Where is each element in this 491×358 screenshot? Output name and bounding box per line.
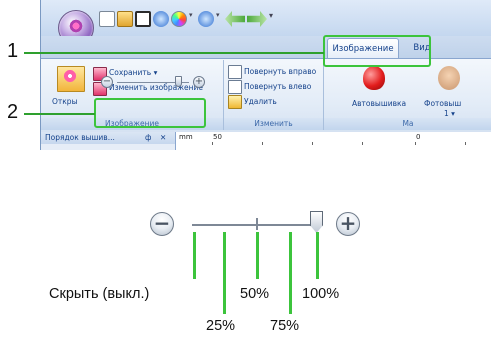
tab-image-highlight xyxy=(323,35,431,67)
auto-punch-button[interactable]: Автовышивка xyxy=(352,98,406,109)
auto-punch-apple-icon xyxy=(363,66,385,90)
position-tick-25 xyxy=(223,232,226,314)
photo-stitch-icon xyxy=(438,66,460,90)
zoom-slider-thumb[interactable] xyxy=(174,76,182,87)
zoom-in-icon: + xyxy=(336,212,360,236)
ruler: mm 50 0 xyxy=(175,132,491,150)
ribbon-group-auto: Автовышивка Фотовыш 1 ▾ Ма xyxy=(324,60,491,130)
ribbon-group-change: Повернуть вправо Повернуть влево Удалить… xyxy=(224,60,324,130)
image-zoom-control: − + xyxy=(101,76,209,90)
position-label-100: 100% xyxy=(302,286,340,302)
photo-stitch-button[interactable]: Фотовыш xyxy=(424,98,461,109)
position-label-25: 25% xyxy=(206,318,236,334)
pin-icon[interactable]: ф xyxy=(145,132,151,144)
rotate-left-icon xyxy=(228,80,242,94)
circle-tool-2-icon[interactable] xyxy=(198,11,214,27)
open-folder-icon[interactable] xyxy=(117,11,133,27)
customize-dropdown-icon[interactable]: ▾ xyxy=(269,11,277,27)
position-label-75: 75% xyxy=(270,318,300,334)
zoom-slider-enlarged: − + xyxy=(140,200,370,248)
open-image-flower-icon xyxy=(63,69,77,83)
open-image-button[interactable]: Откры xyxy=(52,96,78,107)
redo-icon[interactable] xyxy=(247,11,267,27)
delete-image-icon xyxy=(228,95,242,109)
quick-access-toolbar: ▾ ▾ ▾ xyxy=(99,9,277,29)
callout-1: 1 xyxy=(7,40,19,62)
close-icon[interactable]: ✕ xyxy=(160,132,166,144)
ruler-tick xyxy=(212,142,213,145)
position-tick-100 xyxy=(316,232,319,279)
ruler-tick xyxy=(415,142,416,145)
position-label-off: Скрыть (выкл.) xyxy=(49,286,150,302)
flower-logo-icon xyxy=(68,18,84,34)
zoom-control-highlight xyxy=(94,98,206,128)
callout-1-line xyxy=(24,52,324,54)
zoom-in-button[interactable]: + xyxy=(193,76,205,88)
callout-2: 2 xyxy=(7,101,19,123)
dropdown-icon[interactable]: ▾ xyxy=(189,11,196,27)
undo-icon[interactable] xyxy=(225,11,245,27)
save-icon[interactable] xyxy=(135,11,151,27)
ruler-label-0: 0 xyxy=(416,133,421,141)
zoom-out-button[interactable]: − xyxy=(101,76,113,88)
zoom-out-icon: − xyxy=(150,212,174,236)
ruler-tick xyxy=(312,142,313,145)
callout-2-line xyxy=(24,113,95,115)
new-file-icon[interactable] xyxy=(99,11,115,27)
position-tick-50 xyxy=(256,232,259,279)
rotate-right-icon xyxy=(228,65,242,79)
ruler-tick xyxy=(262,142,263,145)
ruler-tick xyxy=(362,142,363,145)
group-label-change: Изменить xyxy=(224,118,323,130)
zoom-slider-center-tick xyxy=(256,218,258,230)
rotate-left-button[interactable]: Повернуть влево xyxy=(244,81,311,92)
panel-title-text: Порядок вышив... xyxy=(45,133,115,142)
ruler-tick xyxy=(465,142,466,145)
ruler-label-50: 50 xyxy=(213,133,222,141)
position-tick-75 xyxy=(289,232,292,314)
sewing-order-panel-title: Порядок вышив... ф ✕ xyxy=(41,132,175,144)
rotate-right-button[interactable]: Повернуть вправо xyxy=(244,66,316,77)
group-label-auto: Ма xyxy=(324,118,491,130)
dropdown-2-icon[interactable]: ▾ xyxy=(216,11,223,27)
ruler-unit: mm xyxy=(179,133,193,141)
color-wheel-icon[interactable] xyxy=(171,11,187,27)
position-tick-off xyxy=(193,232,196,279)
zoom-slider-track-large xyxy=(192,224,318,226)
delete-image-button[interactable]: Удалить xyxy=(244,96,277,107)
position-label-50: 50% xyxy=(240,286,270,302)
circle-tool-icon[interactable] xyxy=(153,11,169,27)
